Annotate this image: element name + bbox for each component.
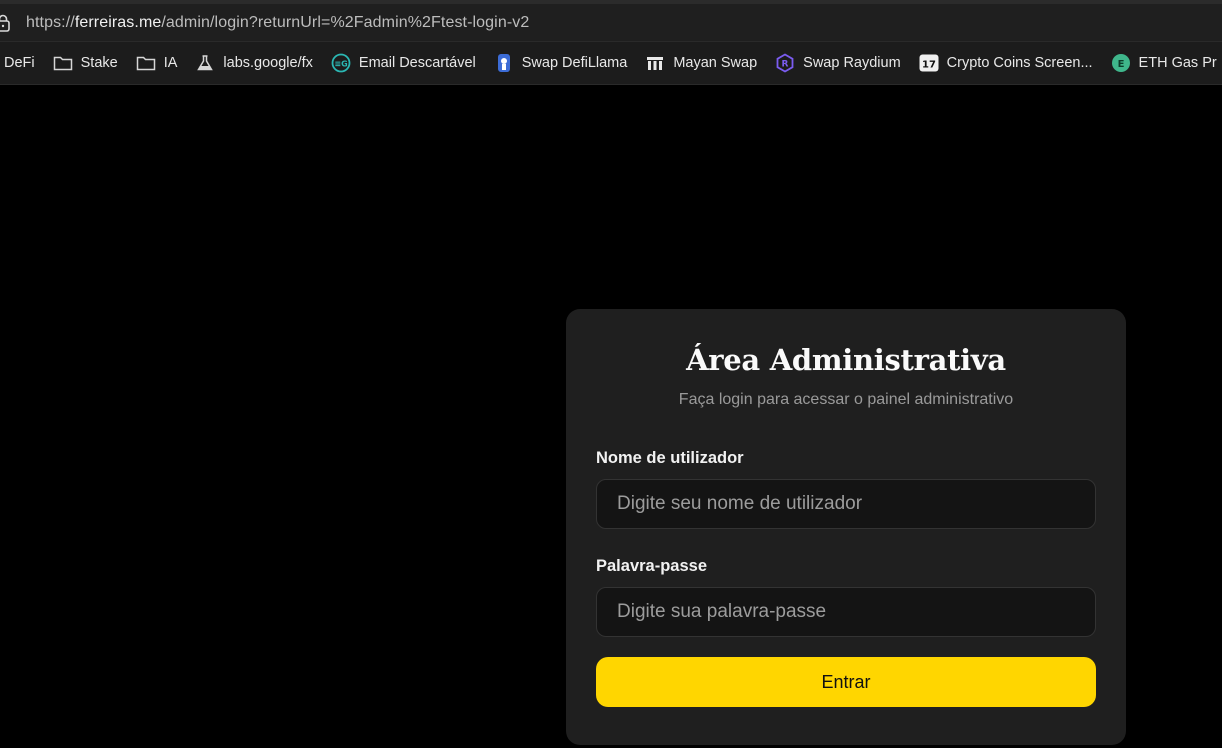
username-input[interactable] xyxy=(596,479,1096,529)
tradingview-icon: 17 xyxy=(919,53,939,73)
bookmark-label: Mayan Swap xyxy=(673,55,758,71)
svg-text:R: R xyxy=(782,60,789,70)
bookmark-label: Stake xyxy=(80,55,118,71)
login-submit-button[interactable]: Entrar xyxy=(596,657,1096,707)
bookmarks-bar: DeFi Stake IA labs.google/fx ≡G Email De… xyxy=(0,42,1222,85)
mayan-icon xyxy=(645,53,665,73)
username-label: Nome de utilizador xyxy=(596,449,744,467)
bookmark-label: Crypto Coins Screen... xyxy=(946,55,1093,71)
bookmark-label: DeFi xyxy=(4,55,35,71)
svg-text:E: E xyxy=(1117,59,1124,70)
email-logo-icon: ≡G xyxy=(331,53,351,73)
url-path: /admin/login?returnUrl=%2Fadmin%2Ftest-l… xyxy=(161,13,530,31)
gas-icon: E xyxy=(1111,53,1131,73)
bookmark-swap-raydium[interactable]: R Swap Raydium xyxy=(775,48,901,78)
url-host: ferreiras.me xyxy=(74,13,162,31)
bookmark-email-descartavel[interactable]: ≡G Email Descartável xyxy=(331,48,476,78)
bookmark-label: Swap Raydium xyxy=(803,55,901,71)
page-content: Área Administrativa Faça login para aces… xyxy=(0,85,1222,748)
bookmark-label: ETH Gas Pr xyxy=(1138,55,1217,71)
bookmark-crypto-coins-screener[interactable]: 17 Crypto Coins Screen... xyxy=(919,48,1093,78)
bookmark-label: IA xyxy=(163,55,178,71)
bookmark-folder-stake[interactable]: Stake xyxy=(53,48,118,78)
bookmark-folder-ia[interactable]: IA xyxy=(136,48,178,78)
bookmark-label: Email Descartável xyxy=(358,55,476,71)
bookmark-labs-google[interactable]: labs.google/fx xyxy=(195,48,313,78)
bookmark-eth-gas[interactable]: E ETH Gas Pr xyxy=(1111,48,1217,78)
login-card: Área Administrativa Faça login para aces… xyxy=(566,309,1126,745)
login-title: Área Administrativa xyxy=(686,343,1006,377)
bookmark-mayan-swap[interactable]: Mayan Swap xyxy=(645,48,757,78)
site-info-icon[interactable] xyxy=(0,4,16,42)
folder-icon xyxy=(53,53,73,73)
flask-icon xyxy=(195,53,215,73)
url-text[interactable]: https://ferreiras.me/admin/login?returnU… xyxy=(26,14,529,32)
folder-icon xyxy=(136,53,156,73)
bookmark-defi[interactable]: DeFi xyxy=(4,48,35,78)
address-bar[interactable]: https://ferreiras.me/admin/login?returnU… xyxy=(0,4,1222,42)
url-prefix: https:// xyxy=(26,13,75,31)
svg-text:17: 17 xyxy=(922,60,936,71)
password-input[interactable] xyxy=(596,587,1096,637)
login-subtitle: Faça login para acessar o painel adminis… xyxy=(678,391,1014,408)
password-label: Palavra-passe xyxy=(596,557,707,575)
bookmark-label: Swap DefiLlama xyxy=(521,55,628,71)
bookmark-label: labs.google/fx xyxy=(223,55,313,71)
llama-icon xyxy=(494,53,514,73)
raydium-icon: R xyxy=(775,53,795,73)
svg-text:≡G: ≡G xyxy=(334,60,347,69)
bookmark-swap-defillama[interactable]: Swap DefiLlama xyxy=(494,48,628,78)
